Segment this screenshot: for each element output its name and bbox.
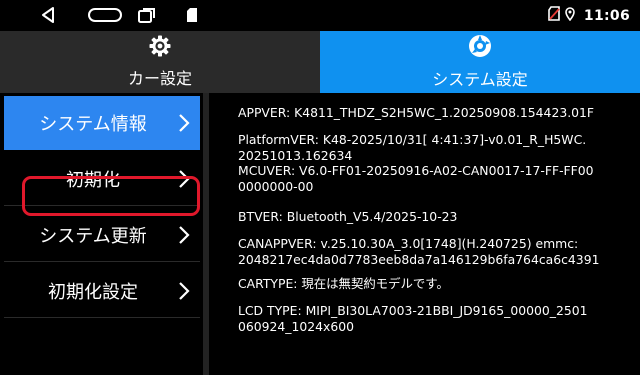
status-bar: 11:06 [0,0,640,31]
home-icon[interactable] [86,4,124,26]
sidebar-menu: システム情報 初期化 システム更新 初期化設定 [4,96,201,375]
lcd-type-text: LCD TYPE: MIPI_BI30LA7003-21BBI_JD9165_0… [238,303,588,334]
no-sim-icon [548,6,560,25]
panel-divider [203,93,209,375]
tab-car-settings[interactable]: カー設定 [0,31,320,93]
clock: 11:06 [583,7,630,24]
platform-mcu-text: PlatformVER: K48-2025/10/31[ 4:41:37]-v0… [238,132,594,194]
sidebar-item-system-info[interactable]: システム情報 [4,96,200,150]
tab-system-settings-label: システム設定 [432,70,528,89]
sidebar-item-initialize-settings[interactable]: 初期化設定 [4,264,200,318]
location-icon [565,6,575,25]
recent-apps-icon[interactable] [136,4,158,26]
sidebar-item-label: システム更新 [39,225,147,247]
sd-card-icon [186,4,198,26]
tab-car-settings-label: カー設定 [127,69,192,88]
appver-text: APPVER: K4811_THDZ_S2H5WC_1.20250908.154… [238,105,595,120]
chevron-right-icon [179,282,190,300]
chevron-right-icon [179,114,190,132]
tab-bar: カー設定 システム設定 [0,31,640,93]
btver-text: BTVER: Bluetooth_V5.4/2025-10-23 [238,209,458,224]
system-settings-icon [468,34,492,62]
sidebar-item-system-update[interactable]: システム更新 [4,208,200,262]
back-icon[interactable] [36,4,60,26]
sidebar-item-label: 初期化設定 [48,281,138,303]
gear-icon [149,35,171,61]
chevron-right-icon [179,226,190,244]
highlight-box [22,176,200,216]
tab-system-settings[interactable]: システム設定 [320,31,640,93]
sidebar-item-label: システム情報 [39,114,147,135]
canappver-text: CANAPPVER: v.25.10.30A_3.0[1748](H.24072… [238,236,600,267]
cartype-text: CARTYPE: 現在は無契約モデルです。 [238,276,449,291]
